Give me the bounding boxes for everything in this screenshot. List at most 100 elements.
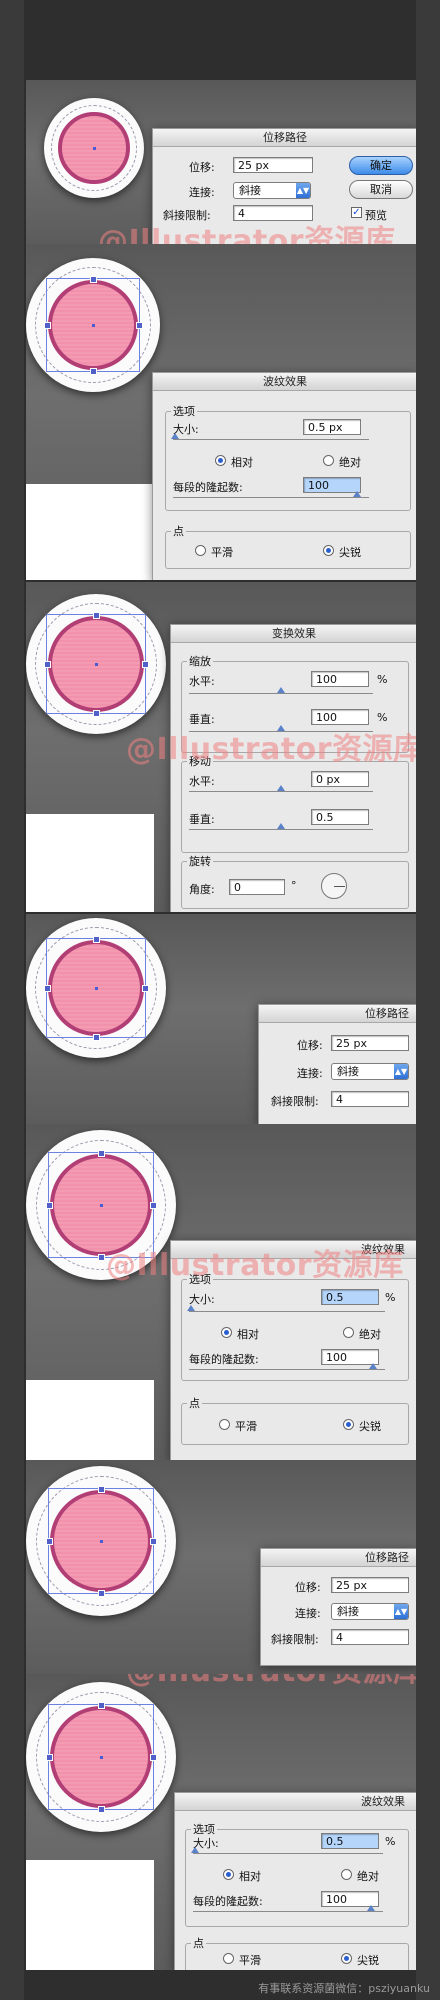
ridges-slider[interactable] [173,497,369,498]
absolute-radio[interactable] [323,455,334,466]
smooth-label: 平滑 [235,1420,257,1433]
anchor-point[interactable] [150,1202,157,1209]
rotate-dial-icon[interactable] [321,873,347,899]
anchor-point[interactable] [44,661,51,668]
miter-label: 斜接限制: [271,1095,319,1108]
ok-button[interactable]: 确定 [349,156,413,175]
anchor-point[interactable] [93,612,100,619]
size-input[interactable]: 0.5 [321,1289,379,1305]
anchor-point[interactable] [150,1754,157,1761]
ridges-slider[interactable] [193,1911,383,1912]
joins-select[interactable]: 斜接 ▲▼ [331,1603,409,1620]
joins-value: 斜接 [239,184,261,197]
joins-select[interactable]: 斜接 ▲▼ [331,1063,409,1080]
size-slider[interactable] [173,439,369,440]
footer-contact-text: 有事联系资源菌微信：psziyuanku [258,1982,430,1995]
zigzag-dialog: 波纹效果 选项 大小: 0.5 px 相对 绝对 每段的隆起数: 100 点 平… [152,372,416,580]
slider-thumb[interactable] [191,1847,199,1853]
size-input[interactable]: 0.5 [321,1833,379,1849]
slider-thumb[interactable] [187,1305,195,1311]
smooth-radio[interactable] [219,1419,230,1430]
scale-horizontal-slider[interactable] [189,693,373,694]
slider-thumb[interactable] [367,1905,375,1911]
anchor-point[interactable] [93,936,100,943]
anchor-point[interactable] [46,1538,53,1545]
slider-thumb[interactable] [369,1363,377,1369]
transform-dialog: 变换效果 缩放 水平: 100 % 垂直: 100 % 移动 水平: 0 px … [170,624,416,912]
smooth-radio[interactable] [195,545,206,556]
miter-input[interactable]: 4 [233,205,313,221]
corner-radio[interactable] [343,1419,354,1430]
relative-radio[interactable] [221,1327,232,1338]
anchor-point[interactable] [90,368,97,375]
scale-vertical-slider[interactable] [189,731,373,732]
absolute-radio[interactable] [341,1869,352,1880]
anchor-point[interactable] [98,1806,105,1813]
smooth-radio[interactable] [223,1953,234,1964]
joins-select[interactable]: 斜接 ▲▼ [233,182,311,199]
angle-label: 角度: [189,883,215,896]
circle-artwork [26,1682,176,1832]
circle-artwork [26,1130,176,1280]
scale-title: 缩放 [187,653,213,669]
anchor-point[interactable] [98,1486,105,1493]
anchor-point[interactable] [150,1538,157,1545]
absolute-radio[interactable] [343,1327,354,1338]
size-input[interactable]: 0.5 px [303,419,361,435]
slider-thumb[interactable] [353,491,361,497]
relative-radio[interactable] [215,455,226,466]
scale-vertical-input[interactable]: 100 [311,709,369,725]
anchor-point[interactable] [136,322,143,329]
move-vertical-slider[interactable] [189,829,373,830]
step-panel-5: @Illustrator资源库 波纹效果 选项 大小: 0.5 % 相对 绝对 … [26,1124,416,1460]
anchor-point[interactable] [46,1202,53,1209]
scale-group [181,661,409,753]
scale-horizontal-input[interactable]: 100 [311,671,369,687]
slider-thumb[interactable] [171,433,179,439]
anchor-point[interactable] [98,1150,105,1157]
cancel-button[interactable]: 取消 [349,180,413,199]
anchor-point[interactable] [93,710,100,717]
move-vertical-input[interactable]: 0.5 [311,809,369,825]
anchor-point[interactable] [90,276,97,283]
white-area [26,1380,154,1460]
anchor-point[interactable] [142,985,149,992]
size-slider[interactable] [189,1311,385,1312]
miter-input[interactable]: 4 [331,1091,409,1107]
anchor-point[interactable] [46,1754,53,1761]
slider-thumb[interactable] [277,823,285,829]
ridges-slider[interactable] [189,1369,385,1370]
move-horizontal-slider[interactable] [189,791,373,792]
offset-input[interactable]: 25 px [331,1577,409,1593]
joins-value: 斜接 [337,1605,359,1618]
preview-checkbox[interactable]: ✓ [351,207,362,218]
slider-thumb[interactable] [277,687,285,693]
anchor-point[interactable] [98,1254,105,1261]
anchor-point[interactable] [44,322,51,329]
options-title: 选项 [171,403,197,419]
anchor-point[interactable] [93,1034,100,1041]
chevron-down-icon: ▲▼ [394,1064,408,1079]
joins-label: 连接: [295,1607,321,1620]
offset-input[interactable]: 25 px [331,1035,409,1051]
chevron-down-icon: ▲▼ [394,1604,408,1619]
miter-input[interactable]: 4 [331,1629,409,1645]
relative-radio[interactable] [223,1869,234,1880]
absolute-label: 绝对 [359,1328,381,1341]
corner-label: 尖锐 [339,546,361,559]
slider-thumb[interactable] [277,785,285,791]
circle-artwork [44,98,144,198]
anchor-point[interactable] [142,661,149,668]
anchor-point[interactable] [98,1590,105,1597]
angle-input[interactable]: 0 [229,879,285,895]
anchor-point[interactable] [98,1702,105,1709]
corner-radio[interactable] [323,545,334,556]
offset-input[interactable]: 25 px [233,157,313,173]
anchor-point[interactable] [44,985,51,992]
step-panel-3: @Illustrator资源库 变换效果 缩放 水平: 100 % 垂直: 10… [26,582,416,912]
move-horizontal-input[interactable]: 0 px [311,771,369,787]
move-title: 移动 [187,753,213,769]
corner-radio[interactable] [341,1953,352,1964]
size-slider[interactable] [193,1853,383,1854]
slider-thumb[interactable] [277,725,285,731]
